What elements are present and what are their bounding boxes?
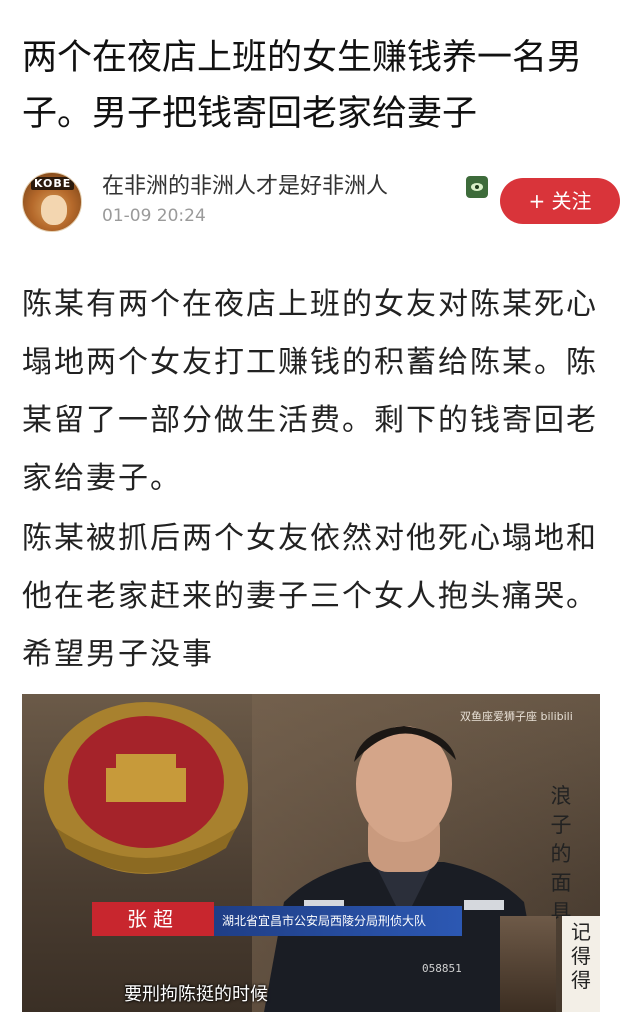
video-watermark: 双鱼座爱狮子座 bilibili	[460, 710, 573, 723]
author-name[interactable]: 在非洲的非洲人才是好非洲人	[102, 172, 388, 202]
video-side-caption: 浪子的面具	[550, 784, 572, 924]
avatar-logo-text: KOBE	[31, 177, 75, 190]
title-plate: 湖北省宜昌市公安局西陵分局刑侦大队	[214, 906, 462, 936]
corner-thumbnail	[500, 916, 556, 1012]
corner-caption: 记得得	[562, 916, 600, 1012]
badge-number: 058851	[422, 962, 462, 975]
eye-icon	[466, 176, 488, 198]
post-timestamp: 01-09 20:24	[102, 206, 206, 226]
avatar[interactable]: KOBE	[22, 172, 82, 232]
content-paragraph-1: 陈某有两个在夜店上班的女友对陈某死心塌地两个女友打工赚钱的积蓄给陈某。陈某留了一…	[22, 287, 598, 496]
content-paragraph-2: 陈某被抓后两个女友依然对他死心塌地和他在老家赶来的妻子三个女人抱头痛哭。希望男子…	[22, 521, 598, 672]
video-frame[interactable]: 双鱼座爱狮子座 bilibili 浪子的面具 张超 湖北省宜昌市公安局西陵分局刑…	[22, 694, 600, 1012]
author-row: KOBE 在非洲的非洲人才是好非洲人 01-09 20:24 + 关注	[22, 170, 620, 234]
post-title: 两个在夜店上班的女生赚钱养一名男子。男子把钱寄回老家给妻子	[22, 38, 583, 134]
follow-button[interactable]: + 关注	[500, 178, 620, 224]
video-subtitle: 要刑拘陈挺的时候	[124, 984, 268, 1005]
police-emblem-image	[44, 702, 248, 874]
name-plate: 张超	[92, 902, 214, 936]
avatar-face	[41, 195, 67, 225]
